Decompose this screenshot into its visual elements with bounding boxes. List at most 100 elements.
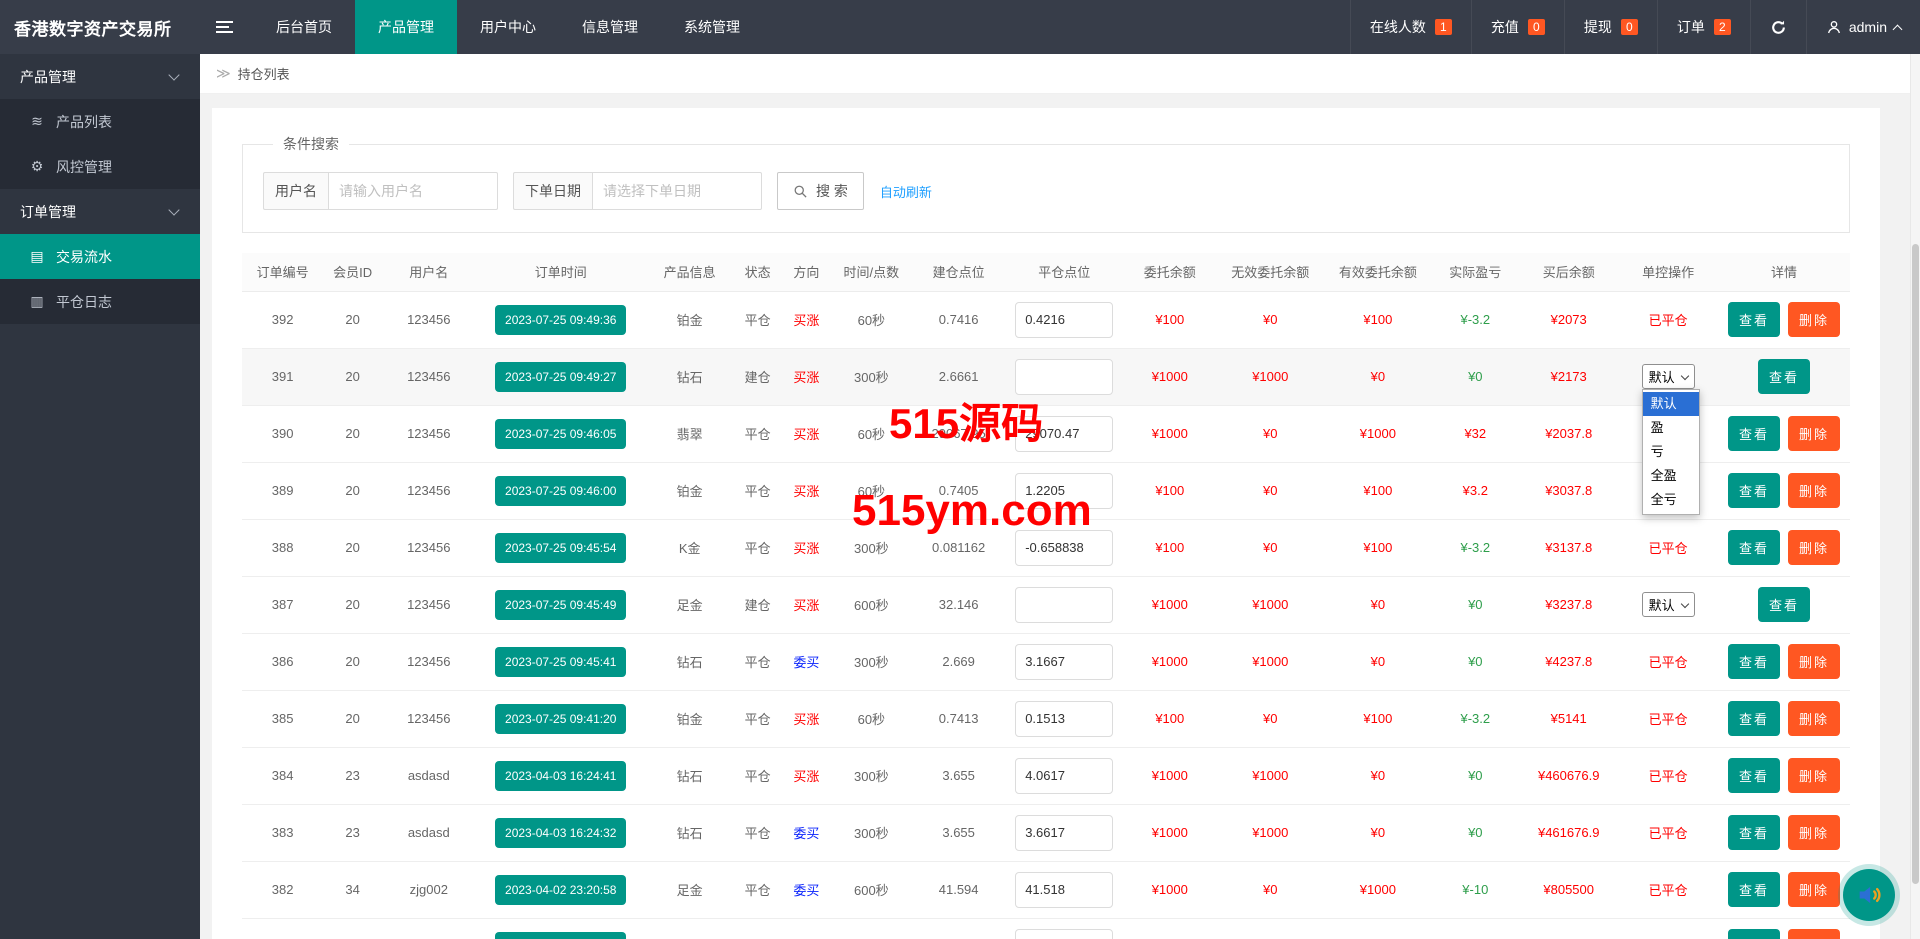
auto-refresh-link[interactable]: 自动刷新 <box>880 182 932 201</box>
delete-button[interactable]: 删除 <box>1788 701 1840 736</box>
nav-stat-label: 订单 <box>1677 17 1705 37</box>
valid-entrust-cell: ¥0 <box>1324 348 1432 405</box>
table-row: 387201234562023-07-25 09:45:49足金建仓买涨600秒… <box>242 576 1850 633</box>
vertical-scrollbar[interactable] <box>1910 54 1920 939</box>
select-option[interactable]: 全盈 <box>1643 464 1699 488</box>
select-option[interactable]: 亏 <box>1643 440 1699 464</box>
order-time-button[interactable]: 2023-07-25 09:45:49 <box>495 590 626 620</box>
delete-button[interactable]: 删除 <box>1788 929 1840 939</box>
order-time-button[interactable]: 2023-07-25 09:49:36 <box>495 305 626 335</box>
username-label: admin <box>1849 19 1887 35</box>
order-time-button[interactable]: 2023-07-25 09:46:05 <box>495 419 626 449</box>
order-time-button[interactable]: 2023-07-25 09:46:00 <box>495 476 626 506</box>
delete-button[interactable]: 删除 <box>1788 872 1840 907</box>
order-time-button[interactable]: 2023-07-25 09:41:20 <box>495 704 626 734</box>
order-time-button[interactable]: 2023-04-02 23:20:55 <box>495 932 626 939</box>
order-date-input[interactable] <box>592 172 762 210</box>
sidebar-item[interactable]: ⚙风控管理 <box>0 144 200 189</box>
delete-button[interactable]: 删除 <box>1788 416 1840 451</box>
order-time-button[interactable]: 2023-07-25 09:49:27 <box>495 362 626 392</box>
order-time-button[interactable]: 2023-04-03 16:24:41 <box>495 761 626 791</box>
sidebar-item[interactable]: ▥平仓日志 <box>0 279 200 324</box>
control-select-box[interactable]: 默认 <box>1642 364 1695 389</box>
nav-menu-item[interactable]: 系统管理 <box>661 0 763 54</box>
view-button[interactable]: 查看 <box>1728 929 1780 939</box>
control-select[interactable]: 默认默认盈亏全盈全亏 <box>1642 364 1695 389</box>
close-point-input[interactable] <box>1015 701 1113 737</box>
username-input[interactable] <box>328 172 498 210</box>
select-option[interactable]: 默认 <box>1643 392 1699 416</box>
nav-stat-item[interactable]: 在线人数1 <box>1350 0 1471 54</box>
close-point-input[interactable] <box>1015 530 1113 566</box>
view-button[interactable]: 查看 <box>1728 758 1780 793</box>
view-button[interactable]: 查看 <box>1728 872 1780 907</box>
close-point-input[interactable] <box>1015 587 1113 623</box>
close-point-input[interactable] <box>1015 359 1113 395</box>
sidebar-group-header[interactable]: 产品管理 <box>0 54 200 99</box>
order-time-button[interactable]: 2023-04-03 16:24:32 <box>495 818 626 848</box>
refresh-button[interactable] <box>1750 0 1806 54</box>
chevron-down-icon <box>1680 599 1688 607</box>
view-button[interactable]: 查看 <box>1728 416 1780 451</box>
order-id-cell: 386 <box>242 633 323 690</box>
view-button[interactable]: 查看 <box>1728 701 1780 736</box>
nav-stat-item[interactable]: 充值0 <box>1471 0 1564 54</box>
nav-menu-item[interactable]: 产品管理 <box>355 0 457 54</box>
nav-menu-item[interactable]: 后台首页 <box>253 0 355 54</box>
close-point-input[interactable] <box>1015 644 1113 680</box>
close-point-input[interactable] <box>1015 473 1113 509</box>
close-point-input[interactable] <box>1015 872 1113 908</box>
nav-stat-item[interactable]: 提现0 <box>1564 0 1657 54</box>
search-button[interactable]: 搜 索 <box>777 172 864 210</box>
view-button[interactable]: 查看 <box>1758 359 1810 394</box>
sidebar-item[interactable]: ▤交易流水 <box>0 234 200 279</box>
view-button[interactable]: 查看 <box>1728 530 1780 565</box>
control-select-box[interactable]: 默认 <box>1642 592 1695 617</box>
view-button[interactable]: 查看 <box>1728 644 1780 679</box>
open-point-cell: 0.7405 <box>912 462 1005 519</box>
nav-stat-item[interactable]: 订单2 <box>1657 0 1750 54</box>
delete-button[interactable]: 删除 <box>1788 644 1840 679</box>
sidebar-group-header[interactable]: 订单管理 <box>0 189 200 234</box>
view-button[interactable]: 查看 <box>1728 473 1780 508</box>
sidebar-item[interactable]: ≋产品列表 <box>0 99 200 144</box>
select-option[interactable]: 全亏 <box>1643 488 1699 512</box>
nav-menu-item[interactable]: 信息管理 <box>559 0 661 54</box>
profit-cell: ¥-3.2 <box>1432 519 1519 576</box>
delete-button[interactable]: 删除 <box>1788 473 1840 508</box>
period-cell: 300秒 <box>831 633 912 690</box>
sound-toggle-button[interactable] <box>1843 869 1895 921</box>
after-balance-cell: ¥5141 <box>1519 690 1618 747</box>
close-point-input[interactable] <box>1015 758 1113 794</box>
after-balance-cell: ¥3037.8 <box>1519 462 1618 519</box>
valid-entrust-cell: ¥100 <box>1324 291 1432 348</box>
view-button[interactable]: 查看 <box>1758 587 1810 622</box>
scrollbar-thumb[interactable] <box>1912 244 1919 884</box>
view-button[interactable]: 查看 <box>1728 302 1780 337</box>
close-point-input[interactable] <box>1015 815 1113 851</box>
order-time-button[interactable]: 2023-07-25 09:45:54 <box>495 533 626 563</box>
close-point-input[interactable] <box>1015 416 1113 452</box>
product-cell: 足金 <box>646 861 733 918</box>
close-point-input[interactable] <box>1015 302 1113 338</box>
delete-button[interactable]: 删除 <box>1788 758 1840 793</box>
view-button[interactable]: 查看 <box>1728 815 1780 850</box>
order-time-button[interactable]: 2023-07-25 09:45:41 <box>495 647 626 677</box>
nav-menu-item[interactable]: 用户中心 <box>457 0 559 54</box>
order-time-cell: 2023-04-02 23:20:55 <box>475 918 646 939</box>
delete-button[interactable]: 删除 <box>1788 815 1840 850</box>
profit-cell: ¥0 <box>1432 747 1519 804</box>
hamburger-menu-icon[interactable] <box>210 15 239 39</box>
close-point-input[interactable] <box>1015 929 1113 939</box>
delete-button[interactable]: 删除 <box>1788 530 1840 565</box>
username-cell: 123456 <box>382 348 475 405</box>
order-time-button[interactable]: 2023-04-02 23:20:58 <box>495 875 626 905</box>
invalid-entrust-cell: ¥1000 <box>1216 747 1324 804</box>
open-point-cell: 2.669 <box>912 633 1005 690</box>
select-option[interactable]: 盈 <box>1643 416 1699 440</box>
chevron-down-icon <box>1680 371 1688 379</box>
table-header-row: 订单编号会员ID用户名订单时间产品信息状态方向时间/点数建仓点位平仓点位委托余额… <box>242 253 1850 291</box>
control-select[interactable]: 默认 <box>1642 592 1695 617</box>
delete-button[interactable]: 删除 <box>1788 302 1840 337</box>
user-menu[interactable]: admin <box>1806 0 1920 54</box>
